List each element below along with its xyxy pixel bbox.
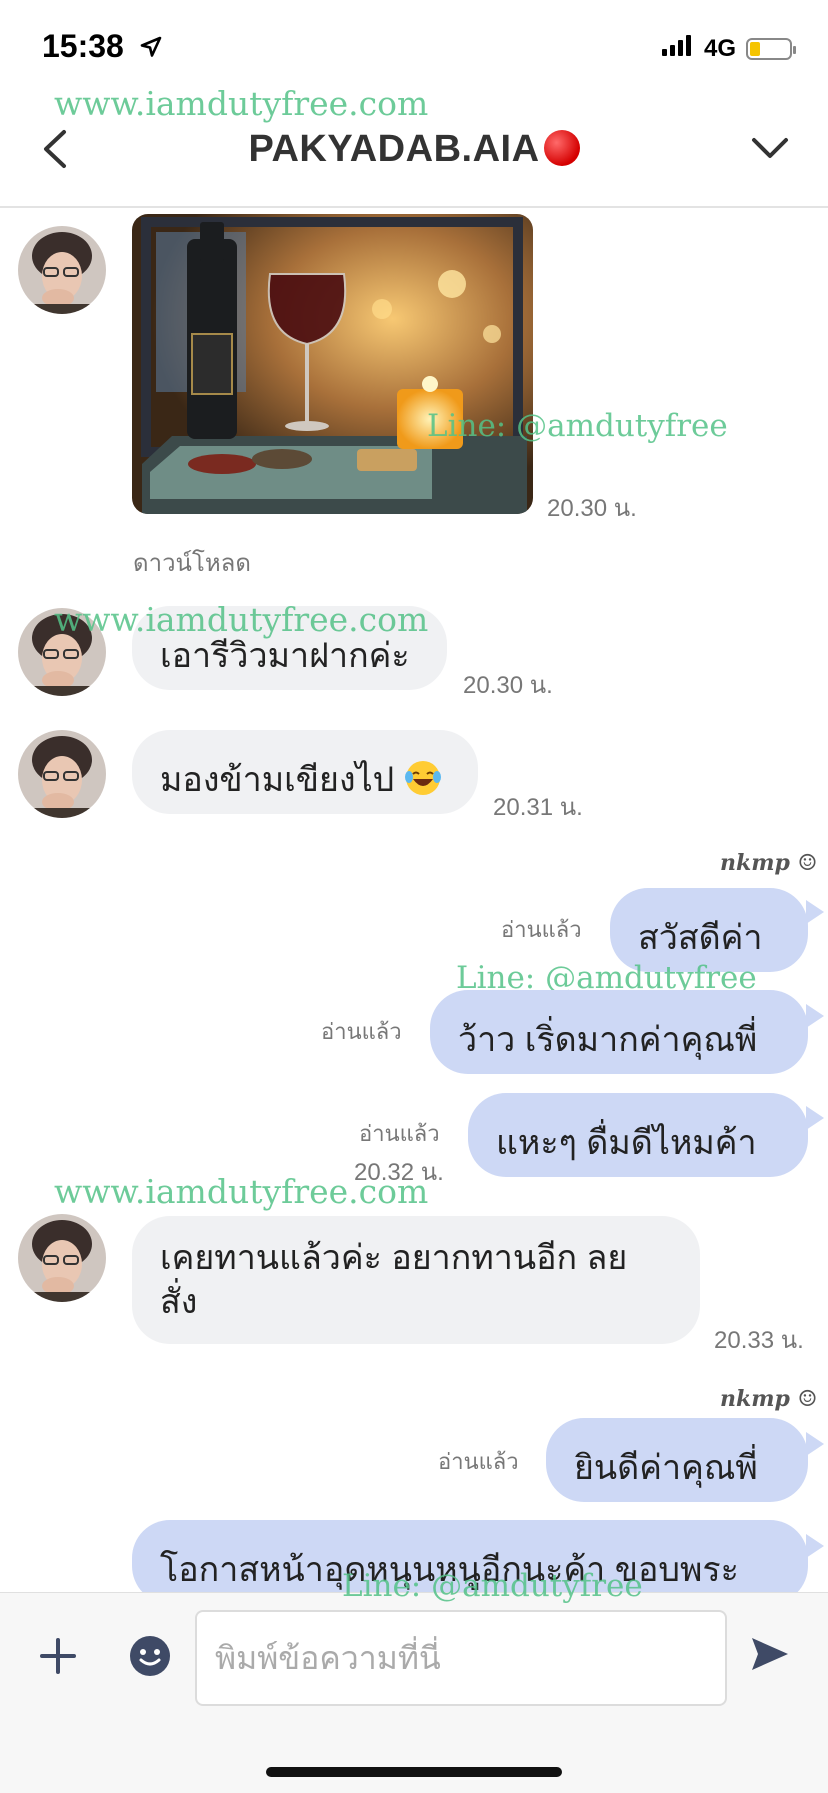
wine-photo-message[interactable] (132, 214, 533, 514)
avatar[interactable] (18, 1214, 106, 1302)
message-time: 20.31 น. (493, 794, 583, 821)
sender-name: nkmp ☺ (720, 850, 818, 876)
chat-title: PAKYADAB.AIA (0, 128, 828, 171)
read-receipt: อ่านแล้ว (438, 1449, 519, 1474)
message-input[interactable] (195, 1610, 727, 1706)
message-time: 20.30 น. (463, 672, 553, 699)
battery-icon (746, 37, 796, 60)
watermark-website: www.iamdutyfree.com (54, 84, 429, 123)
smiley-icon (130, 1636, 170, 1676)
location-arrow-icon (139, 30, 163, 67)
read-receipt: อ่านแล้ว (321, 1019, 402, 1044)
status-time: 15:38 (42, 28, 163, 67)
bubble-tail (806, 1534, 824, 1558)
avatar[interactable] (18, 730, 106, 818)
read-receipt: อ่านแล้ว (359, 1121, 440, 1146)
watermark-line: Line: @amdutyfree (427, 408, 728, 444)
message-time: 20.30 น. (547, 495, 637, 522)
send-button[interactable] (748, 1632, 792, 1676)
read-receipt: อ่านแล้ว (501, 917, 582, 942)
signal-icon (661, 34, 694, 63)
watermark-line: Line: @amdutyfree (342, 1568, 643, 1604)
plus-icon (40, 1638, 76, 1674)
bubble-tail (806, 900, 824, 924)
laughing-tears-emoji-icon (404, 759, 442, 806)
message-bubble-outgoing[interactable]: ยินดีค่าคุณพี่ (546, 1418, 808, 1502)
message-bubble-incoming[interactable]: มองข้ามเขียงไป (132, 730, 478, 814)
message-bubble-outgoing[interactable]: แหะๆ ดื่มดีไหมค้า (468, 1093, 808, 1177)
menu-toggle-button[interactable] (748, 132, 792, 166)
bubble-tail (806, 1004, 824, 1028)
smile-icon: ☺ (797, 851, 818, 876)
message-bubble-outgoing[interactable]: ว้าว เริ่ดมากค่าคุณพี่ (430, 990, 808, 1074)
bubble-tail (806, 1432, 824, 1456)
chevron-down-icon (752, 138, 788, 158)
bubble-tail (806, 1106, 824, 1130)
message-bubble-incoming[interactable]: เคยทานแล้วค่ะ อยากทานอีก ลย สั่ง (132, 1216, 700, 1344)
header-divider (0, 206, 828, 208)
message-time: 20.33 น. (714, 1327, 804, 1354)
network-type: 4G (703, 34, 736, 62)
watermark-website: www.iamdutyfree.com (54, 600, 429, 639)
download-link[interactable]: ดาวน์โหลด (133, 543, 251, 582)
red-circle-emoji-icon (543, 130, 580, 166)
home-indicator (266, 1767, 562, 1777)
watermark-website: www.iamdutyfree.com (54, 1172, 429, 1211)
sender-name: nkmp ☺ (720, 1386, 818, 1412)
avatar[interactable] (18, 226, 106, 314)
emoji-button[interactable] (128, 1634, 172, 1678)
smile-icon: ☺ (797, 1387, 818, 1412)
add-attachment-button[interactable] (36, 1634, 80, 1678)
send-arrow-icon (752, 1638, 788, 1670)
status-indicators: 4G (661, 34, 796, 63)
